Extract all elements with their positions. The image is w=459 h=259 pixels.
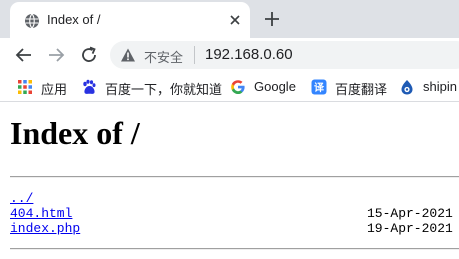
globe-icon: [25, 13, 39, 29]
toolbar: 不安全 192.168.0.60: [0, 38, 459, 71]
baidu-translate-icon: 译: [311, 79, 327, 95]
bookmark-label: shipin: [423, 79, 457, 94]
bookmark-label: 应用: [41, 82, 68, 97]
bookmark-label: 百度一下，你就知道: [105, 82, 223, 97]
new-tab-plus-icon[interactable]: [263, 10, 281, 28]
list-item: 404.html 15-Apr-2021 0: [10, 206, 459, 221]
file-link[interactable]: index.php: [10, 221, 80, 236]
security-status-text[interactable]: 不安全: [144, 47, 183, 66]
top-divider: [10, 176, 459, 178]
page-content: Index of / ../ 404.html 15-Apr-2021 0 in…: [0, 102, 459, 259]
file-listing: ../ 404.html 15-Apr-2021 0 index.php 19-…: [10, 191, 459, 236]
shipin-favicon-icon: [401, 80, 413, 95]
address-bar[interactable]: 不安全 192.168.0.60: [110, 41, 459, 69]
bookmarks-bar: 应用 百度一下，你就知道 Google 译 百度翻译 shipin: [0, 71, 459, 102]
back-arrow-icon[interactable]: [14, 45, 34, 65]
entry-date: 15-Apr-2021 0: [367, 206, 459, 221]
active-tab[interactable]: Index of /: [10, 2, 250, 38]
file-link[interactable]: 404.html: [10, 206, 72, 221]
parent-directory-link[interactable]: ../: [10, 191, 33, 206]
list-item: index.php 19-Apr-2021 0: [10, 221, 459, 236]
warning-triangle-icon[interactable]: [120, 47, 136, 63]
baidu-paw-icon: [83, 79, 96, 94]
tab-strip: Index of /: [0, 0, 459, 38]
reload-icon[interactable]: [79, 45, 99, 65]
list-item: ../: [10, 191, 459, 206]
close-icon[interactable]: [228, 13, 242, 27]
apps-grid-icon: [18, 80, 32, 94]
tab-title: Index of /: [47, 12, 101, 27]
entry-date: 19-Apr-2021 0: [367, 221, 459, 236]
bookmark-label: 百度翻译: [335, 82, 388, 97]
page-heading: Index of /: [10, 115, 140, 151]
url-text[interactable]: 192.168.0.60: [205, 46, 293, 63]
bookmark-label: Google: [254, 79, 296, 94]
forward-arrow-icon[interactable]: [46, 45, 66, 65]
svg-text:译: 译: [314, 81, 325, 94]
omnibox-separator: [194, 46, 195, 64]
google-g-icon: [231, 80, 245, 94]
bottom-divider: [10, 248, 459, 250]
